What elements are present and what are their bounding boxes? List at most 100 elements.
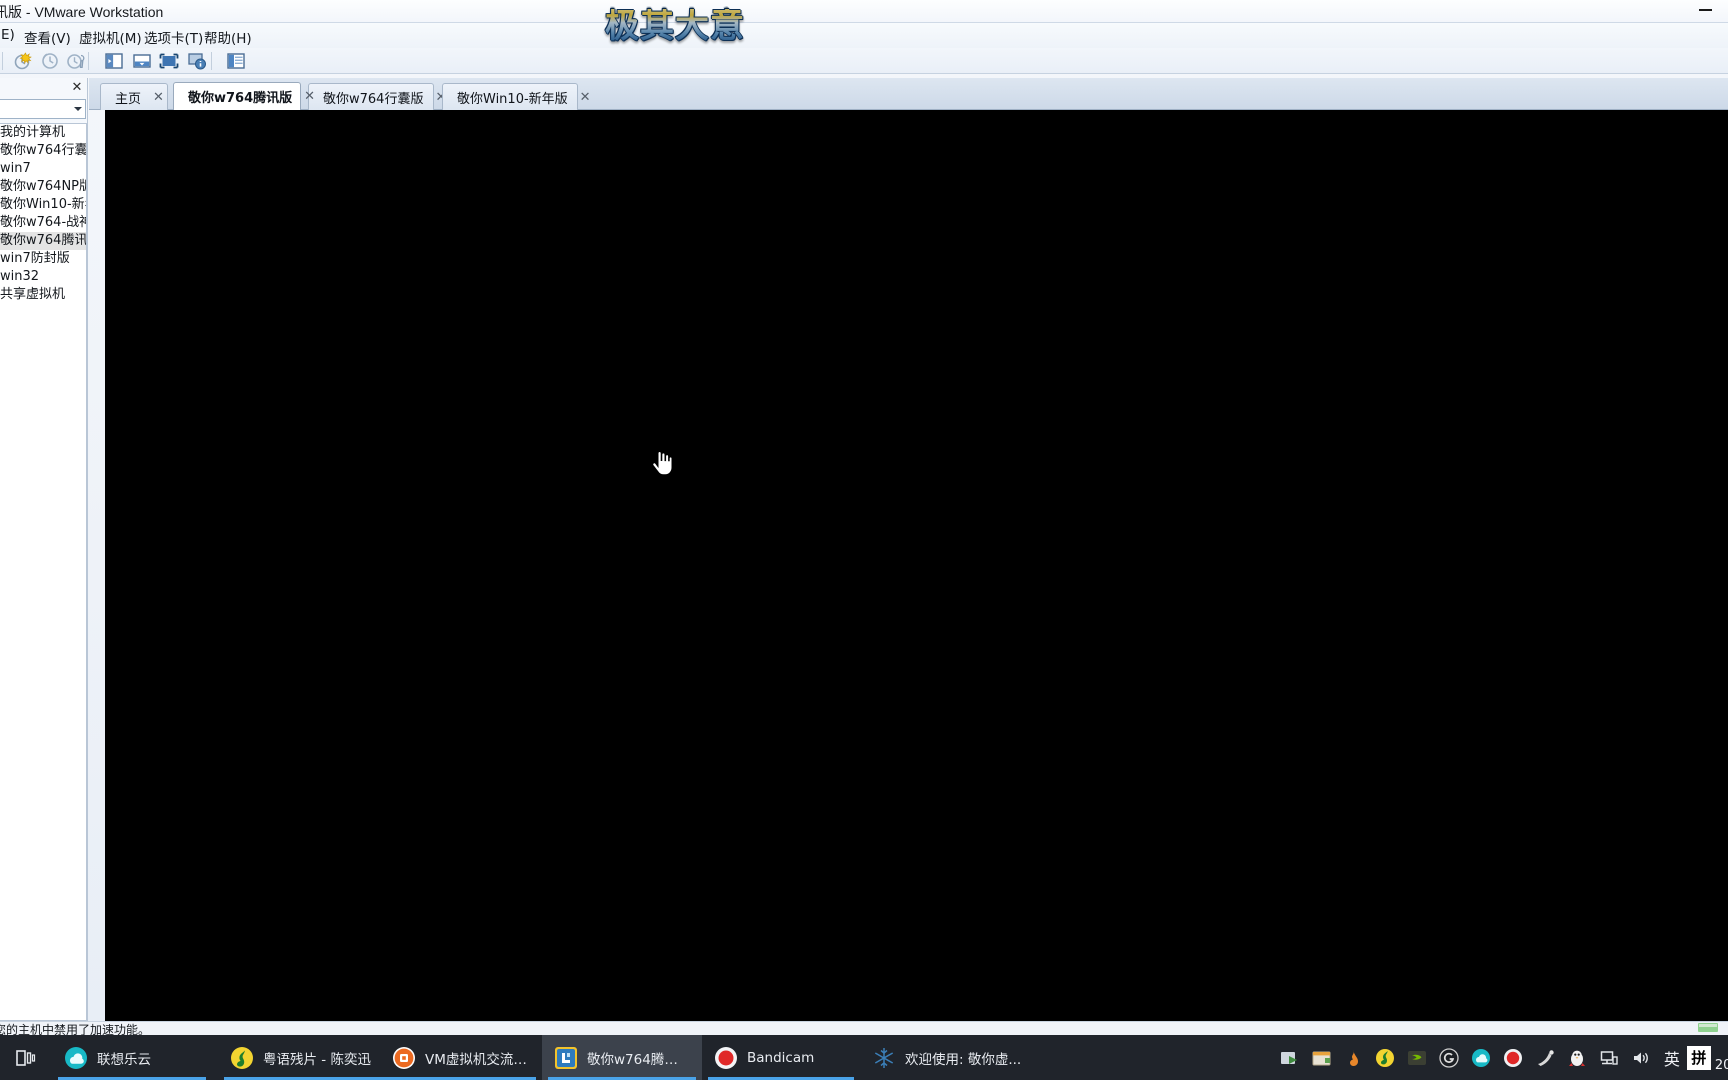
qq-penguin-icon — [1568, 1050, 1585, 1066]
tab-1[interactable]: 敬你w764腾讯版 ✕ — [173, 82, 315, 110]
network-icon[interactable] — [1598, 1047, 1620, 1069]
taskbar-button-label: VM虚拟机交流群... — [425, 1051, 530, 1068]
suspend-icon — [42, 53, 58, 69]
cloud-tray-icon — [1471, 1048, 1490, 1067]
vm-library-item[interactable]: 敬你w764-战神版 — [0, 214, 86, 232]
flame-shield-icon[interactable] — [1342, 1047, 1364, 1069]
library-sidebar: ✕ 内容进行搜索 我的计算机敬你w764行囊版win7敬你w764NP版敬你Wi… — [0, 78, 88, 1021]
taskbar-button-label: 粤语残片 - 陈奕迅 — [263, 1051, 371, 1068]
vm-display-area[interactable] — [105, 110, 1728, 1021]
taskbar-button-label: 欢迎使用: 敬你虚... — [905, 1051, 1022, 1068]
tab-2[interactable]: 敬你w764行囊版 ✕ — [308, 83, 446, 110]
taskbar-button-1[interactable]: 粤语残片 - 陈奕迅 — [218, 1035, 394, 1080]
library-panel-icon — [227, 53, 245, 69]
sidebar-close-button[interactable]: ✕ — [70, 81, 84, 95]
qq-group-icon — [393, 1046, 415, 1069]
taskbar-button-5[interactable]: 欢迎使用: 敬你虚... — [860, 1035, 1040, 1080]
clock[interactable]: 19:2023 — [1715, 1043, 1728, 1073]
ime-language-indicator[interactable]: 英 — [1664, 1046, 1680, 1070]
taskbar-button-label: Bandicam — [747, 1049, 815, 1066]
vmware-tray-icon — [1280, 1051, 1297, 1064]
menu-item-1[interactable]: 查看(V) — [17, 26, 78, 47]
window-app-icon — [1312, 1051, 1331, 1065]
snapshot-manager-icon — [105, 53, 123, 69]
hand-cursor-icon — [652, 450, 672, 476]
satellite-icon — [1537, 1049, 1554, 1066]
volume-icon — [1633, 1052, 1648, 1063]
taskbar-button-4[interactable]: Bandicam — [702, 1035, 860, 1080]
task-view-icon — [16, 1049, 36, 1066]
vm-library-item[interactable]: 我的计算机 — [0, 124, 86, 142]
bandicam-tray-icon[interactable] — [1502, 1047, 1524, 1069]
toolbar-separator — [211, 52, 212, 70]
search-input[interactable]: 内容进行搜索 — [0, 101, 71, 118]
menu-bar: E) 查看(V) 虚拟机(M) 选项卡(T) 帮助(H) — [0, 23, 1728, 48]
tab-close-icon[interactable]: ✕ — [578, 90, 593, 105]
network-icon — [1600, 1050, 1618, 1065]
tray-overflow-icon[interactable] — [1682, 1021, 1722, 1035]
toolbar-separator — [88, 52, 89, 70]
vm-library-item[interactable]: 敬你Win10-新年版 — [0, 196, 86, 214]
tab-strip: 主页 ✕ 敬你w764腾讯版 ✕ 敬你w764行囊版 ✕ 敬你Win10-新年版 ✕ — [89, 78, 1728, 110]
taskbar-button-0[interactable]: 联想乐云 — [52, 1035, 212, 1080]
vm-library-item[interactable]: 敬你w764腾讯版 — [0, 232, 86, 250]
tab-0[interactable]: 主页 ✕ — [100, 83, 168, 110]
vm-library-item[interactable]: 敬你w764行囊版 — [0, 142, 86, 160]
snowflake-icon — [874, 1047, 894, 1068]
window-titlebar: 讯版 - VMware Workstation — [0, 0, 1728, 23]
vmware-tray-icon[interactable] — [1278, 1047, 1300, 1069]
nvidia-icon — [1407, 1050, 1426, 1065]
logitech-g-icon[interactable] — [1438, 1047, 1460, 1069]
clock-date: 2023 — [1714, 1057, 1728, 1073]
lenovo-cloud-icon — [65, 1046, 87, 1069]
vm-settings-icon[interactable] — [185, 50, 209, 72]
power-on-icon[interactable] — [10, 50, 34, 72]
status-bar-text: 您的主机中禁用了加速功能。 — [0, 1023, 151, 1035]
satellite-icon[interactable] — [1534, 1047, 1556, 1069]
unity-view-icon — [133, 54, 151, 68]
fullscreen-icon[interactable] — [157, 50, 181, 72]
tab-3[interactable]: 敬你Win10-新年版 ✕ — [442, 83, 591, 110]
tab-close-icon[interactable]: ✕ — [302, 89, 317, 104]
vm-library-item[interactable]: 敬你w764NP版 — [0, 178, 86, 196]
snapshot-manager-icon[interactable] — [102, 50, 126, 72]
tab-close-icon[interactable]: ✕ — [151, 90, 166, 105]
watermark-text: 极其大意 — [605, 6, 745, 46]
volume-icon[interactable] — [1630, 1047, 1652, 1069]
vm-settings-icon — [188, 53, 206, 70]
window-app-icon[interactable] — [1310, 1047, 1332, 1069]
window-minimize-button[interactable] — [1690, 1, 1720, 19]
music-icon — [231, 1046, 253, 1069]
taskbar-button-2[interactable]: VM虚拟机交流群... — [380, 1035, 542, 1080]
unity-view-icon[interactable] — [130, 50, 154, 72]
ime-mode-indicator[interactable]: 拼 — [1686, 1045, 1711, 1070]
cloud-tray-icon[interactable] — [1470, 1047, 1492, 1069]
library-panel-icon[interactable] — [224, 50, 248, 72]
window-title: 讯版 - VMware Workstation — [0, 4, 164, 20]
flame-shield-icon — [1349, 1049, 1358, 1066]
vm-library-item[interactable]: win7 — [0, 160, 86, 178]
vm-library-item[interactable]: win32 — [0, 268, 86, 286]
tab-label: 敬你Win10-新年版 — [457, 91, 568, 107]
qq-penguin-icon[interactable] — [1566, 1047, 1588, 1069]
vm-library-list[interactable]: 我的计算机敬你w764行囊版win7敬你w764NP版敬你Win10-新年版敬你… — [0, 123, 87, 1021]
suspend-icon[interactable] — [38, 50, 62, 72]
taskbar-button-label: 联想乐云 — [97, 1051, 151, 1068]
restart-icon[interactable] — [64, 50, 88, 72]
vm-library-item[interactable]: 共享虚拟机 — [0, 286, 86, 304]
clock-time: 19: — [1715, 1043, 1728, 1058]
toolbar-separator — [2, 52, 3, 70]
tab-label: 敬你w764行囊版 — [323, 91, 424, 107]
taskbar-button-3[interactable]: 敬你w764腾讯版 - ... — [542, 1035, 702, 1080]
music-tray-icon[interactable] — [1374, 1047, 1396, 1069]
bandicam-tray-icon — [1503, 1048, 1522, 1067]
bandicam-icon — [715, 1046, 737, 1069]
system-tray: 英拼 19:2023 — [1273, 1023, 1728, 1080]
search-box[interactable]: 内容进行搜索 — [0, 99, 86, 119]
windows-taskbar: 英拼 19:2023 联想乐云 粤语残片 - 陈奕迅 VM虚拟机交流群... 敬你w76… — [0, 1023, 1728, 1080]
chevron-down-icon[interactable] — [71, 100, 85, 118]
start-button[interactable] — [0, 1035, 52, 1080]
nvidia-icon[interactable] — [1406, 1047, 1428, 1069]
menu-item-4[interactable]: 帮助(H) — [197, 26, 259, 47]
vm-library-item[interactable]: win7防封版 — [0, 250, 86, 268]
